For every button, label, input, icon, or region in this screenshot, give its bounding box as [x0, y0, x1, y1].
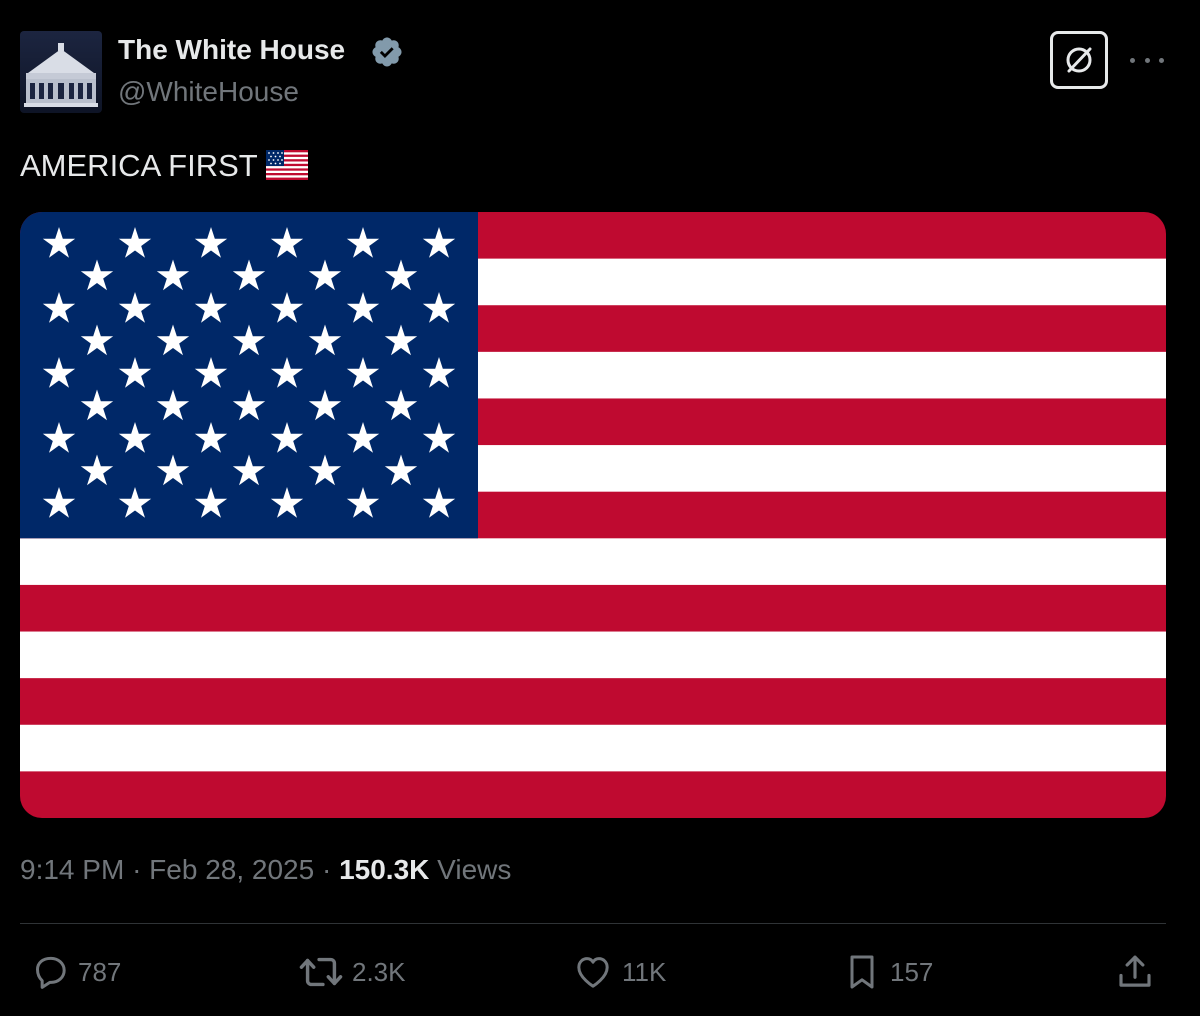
- repost-button[interactable]: 2.3K: [298, 950, 406, 994]
- bookmark-icon: [850, 955, 874, 989]
- more-options-icon: [1130, 57, 1135, 63]
- repost-icon: [299, 957, 343, 987]
- meta-separator: ·: [132, 854, 142, 885]
- author-display-name[interactable]: The White House: [118, 32, 345, 68]
- like-button[interactable]: 11K: [572, 950, 666, 994]
- tweet-meta: 9:14 PM · Feb 28, 2025 · 150.3K Views: [20, 850, 511, 890]
- repost-count: 2.3K: [352, 956, 406, 987]
- more-options-button[interactable]: [1130, 50, 1164, 70]
- verified-badge-icon: [372, 37, 402, 67]
- tweet-text: AMERICA FIRST: [20, 146, 308, 186]
- grok-icon: [1066, 47, 1092, 73]
- views-label: Views: [437, 854, 512, 885]
- white-house-building-icon: [24, 43, 98, 107]
- reply-count: 787: [78, 956, 122, 987]
- views-count: 150.3K: [339, 854, 430, 885]
- flag-stripe: [20, 631, 1166, 679]
- bookmark-button[interactable]: 157: [842, 950, 933, 994]
- author-handle[interactable]: @WhiteHouse: [118, 74, 299, 110]
- flag-stripe: [20, 771, 1166, 818]
- meta-separator: ·: [321, 854, 332, 885]
- bookmark-count: 157: [890, 956, 934, 987]
- like-count: 11K: [622, 956, 667, 987]
- share-button[interactable]: [1114, 950, 1156, 994]
- avatar[interactable]: [20, 31, 102, 113]
- tweet-media[interactable]: [20, 212, 1166, 818]
- grok-button[interactable]: [1050, 31, 1108, 89]
- divider: [20, 923, 1166, 924]
- flag-stripe: [20, 538, 1166, 586]
- flag-stripe: [20, 678, 1166, 726]
- tweet-time[interactable]: 9:14 PM: [20, 854, 124, 885]
- reply-icon: [36, 956, 66, 989]
- flag-us-icon: [265, 149, 308, 180]
- flag-stripe: [20, 724, 1166, 772]
- us-flag-image: [20, 212, 1166, 818]
- tweet-date[interactable]: Feb 28, 2025: [149, 854, 314, 885]
- tweet-text-content: AMERICA FIRST: [20, 148, 258, 183]
- reply-button[interactable]: 787: [30, 950, 121, 994]
- heart-icon: [577, 957, 609, 988]
- flag-stripe: [20, 584, 1166, 633]
- share-icon: [1119, 955, 1151, 987]
